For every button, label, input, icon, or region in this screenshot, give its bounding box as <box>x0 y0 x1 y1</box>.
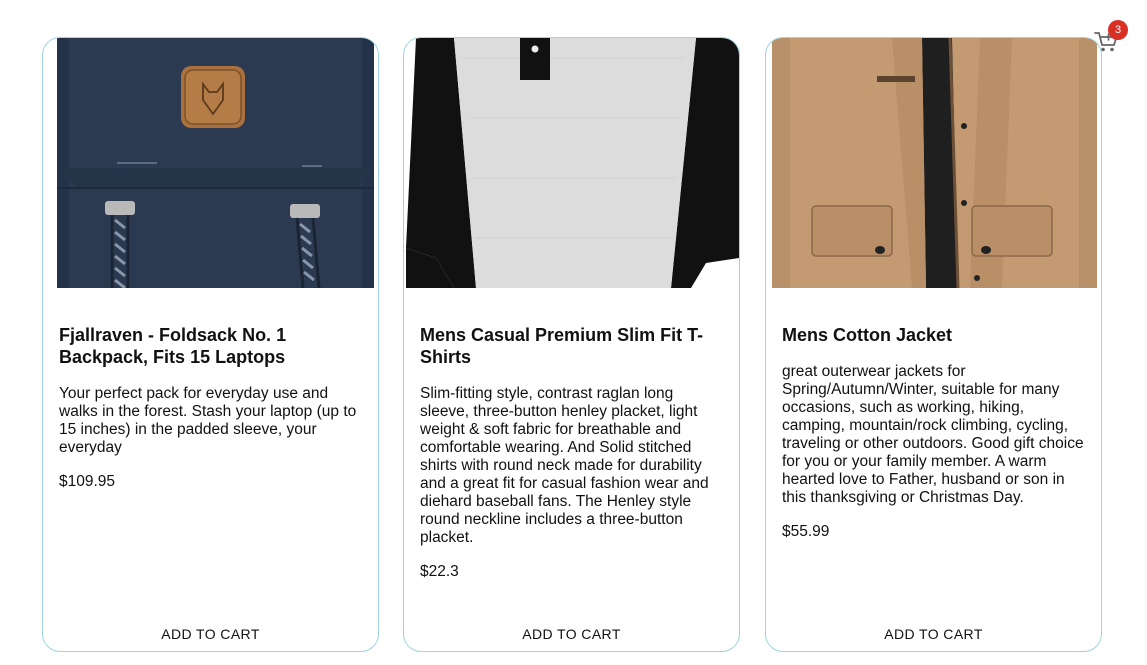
product-description: Your perfect pack for everyday use and w… <box>59 385 357 456</box>
add-to-cart-button[interactable]: ADD TO CART <box>404 622 739 646</box>
cart-count-badge: 3 <box>1108 20 1128 40</box>
product-description: Slim-fitting style, contrast raglan long… <box>420 385 709 546</box>
product-card: Fjallraven - Foldsack No. 1 Backpack, Fi… <box>42 37 379 652</box>
navy-backpack-image <box>57 38 374 288</box>
product-title: Mens Cotton Jacket <box>782 325 953 345</box>
tan-cotton-jacket-image <box>772 38 1097 288</box>
product-title: Fjallraven - Foldsack No. 1 Backpack, Fi… <box>59 325 287 367</box>
product-card: Mens Casual Premium Slim Fit T-Shirts Sl… <box>403 37 740 652</box>
product-title: Mens Casual Premium Slim Fit T-Shirts <box>420 325 704 367</box>
raglan-henley-shirt-image <box>406 38 739 288</box>
add-to-cart-button[interactable]: ADD TO CART <box>766 622 1101 646</box>
product-price: $55.99 <box>782 523 830 540</box>
product-description: great outerwear jackets for Spring/Autum… <box>782 363 1084 506</box>
add-to-cart-button[interactable]: ADD TO CART <box>43 622 378 646</box>
product-price: $109.95 <box>59 473 116 490</box>
product-card: Mens Cotton Jacket great outerwear jacke… <box>765 37 1102 652</box>
product-price: $22.3 <box>420 563 459 580</box>
